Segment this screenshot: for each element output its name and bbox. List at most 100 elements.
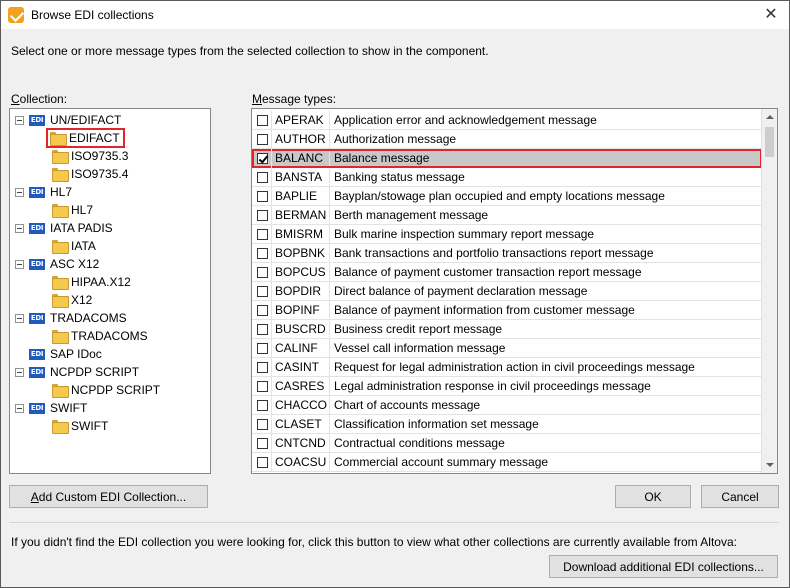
message-row[interactable]: COACSU Commercial account summary message xyxy=(252,452,762,472)
message-description: Bank transactions and portfolio transact… xyxy=(334,245,654,260)
message-row[interactable]: CHACCO Chart of accounts message xyxy=(252,395,762,415)
tree-folder-node[interactable]: HIPAA.X12 xyxy=(52,273,131,291)
message-row[interactable]: CNTCND Contractual conditions message xyxy=(252,433,762,453)
message-checkbox[interactable] xyxy=(257,266,268,278)
message-code: BALANC xyxy=(272,148,330,168)
tree-folder-node[interactable]: NCPDP SCRIPT xyxy=(52,381,160,399)
message-description: Balance of payment information from cust… xyxy=(334,302,635,317)
tree-collection-node[interactable]: EDI HL7 xyxy=(15,183,72,201)
message-row[interactable]: BMISRM Bulk marine inspection summary rep… xyxy=(252,224,762,244)
message-checkbox[interactable] xyxy=(257,323,268,335)
tree-node-label: NCPDP SCRIPT xyxy=(71,383,161,397)
collapse-icon[interactable] xyxy=(15,259,24,269)
tree-collection-node[interactable]: EDI SAP IDoc xyxy=(15,345,102,363)
message-checkbox[interactable] xyxy=(257,418,268,430)
download-collections-button[interactable]: Download additional EDI collections... xyxy=(549,555,778,578)
message-checkbox[interactable] xyxy=(257,114,268,126)
collection-tree[interactable]: EDI UN/EDIFACT EDIFACT ISO9735.3 ISO9735.4 ED… xyxy=(9,108,211,474)
tree-folder-node[interactable]: X12 xyxy=(52,291,92,309)
message-checkbox[interactable] xyxy=(257,399,268,411)
tree-collection-node[interactable]: EDI SWIFT xyxy=(15,399,87,417)
message-code: BANSTA xyxy=(272,167,330,187)
tree-folder-node[interactable]: ISO9735.4 xyxy=(52,165,128,183)
tree-node-label: UN/EDIFACT xyxy=(50,113,122,127)
folder-icon xyxy=(52,150,69,164)
checkbox-cell xyxy=(252,319,272,339)
tree-folder-node[interactable]: ISO9735.3 xyxy=(52,147,128,165)
tree-collection-node[interactable]: EDI NCPDP SCRIPT xyxy=(15,363,139,381)
tree-folder-node[interactable]: TRADACOMS xyxy=(52,327,148,345)
tree-node-label: ISO9735.3 xyxy=(71,149,129,163)
message-row[interactable]: BANSTA Banking status message xyxy=(252,167,762,187)
message-row[interactable]: BOPDIR Direct balance of payment declarat… xyxy=(252,281,762,301)
tree-folder-node[interactable]: HL7 xyxy=(52,201,93,219)
message-row[interactable]: BUSCRD Business credit report message xyxy=(252,319,762,339)
scroll-down-icon[interactable] xyxy=(762,457,777,473)
message-checkbox[interactable] xyxy=(257,437,268,449)
message-code: BERMAN xyxy=(272,205,330,225)
message-checkbox[interactable] xyxy=(257,342,268,354)
message-checkbox[interactable] xyxy=(257,380,268,392)
message-row[interactable]: CLASET Classification information set mes… xyxy=(252,414,762,434)
tree-node-label: ASC X12 xyxy=(50,257,100,271)
collapse-icon[interactable] xyxy=(15,187,24,197)
message-code: CLASET xyxy=(272,414,330,434)
message-row[interactable]: BERMAN Berth management message xyxy=(252,205,762,225)
message-checkbox[interactable] xyxy=(257,247,268,259)
window-title: Browse EDI collections xyxy=(31,8,154,22)
vertical-scrollbar[interactable] xyxy=(761,109,777,473)
message-row[interactable]: CALINF Vessel call information message xyxy=(252,338,762,358)
message-row[interactable]: BOPINF Balance of payment information fro… xyxy=(252,300,762,320)
message-row[interactable]: CASINT Request for legal administration a… xyxy=(252,357,762,377)
message-checkbox[interactable] xyxy=(257,133,268,145)
tree-folder-node[interactable]: SWIFT xyxy=(52,417,108,435)
tree-folder-node[interactable]: EDIFACT xyxy=(46,128,125,148)
collapse-icon[interactable] xyxy=(15,115,24,125)
message-checkbox[interactable] xyxy=(257,152,268,164)
message-code: CALINF xyxy=(272,338,330,358)
collapse-icon[interactable] xyxy=(15,223,24,233)
message-checkbox[interactable] xyxy=(257,190,268,202)
message-row[interactable]: CASRES Legal administration response in c… xyxy=(252,376,762,396)
message-row[interactable]: APERAK Application error and acknowledgem… xyxy=(252,110,762,130)
tree-node-label: IATA PADIS xyxy=(50,221,113,235)
tree-folder-node[interactable]: IATA xyxy=(52,237,96,255)
message-row[interactable]: BOPCUS Balance of payment customer transa… xyxy=(252,262,762,282)
scroll-up-icon[interactable] xyxy=(762,109,777,125)
checkbox-cell xyxy=(252,395,272,415)
folder-icon xyxy=(52,168,69,182)
message-row[interactable]: BOPBNK Bank transactions and portfolio tr… xyxy=(252,243,762,263)
tree-collection-node[interactable]: EDI TRADACOMS xyxy=(15,309,127,327)
collapse-icon[interactable] xyxy=(15,313,24,323)
message-checkbox[interactable] xyxy=(257,456,268,468)
message-checkbox[interactable] xyxy=(257,304,268,316)
tree-node-label: ISO9735.4 xyxy=(71,167,129,181)
tree-node-label: IATA xyxy=(71,239,96,253)
message-checkbox[interactable] xyxy=(257,171,268,183)
checkbox-cell xyxy=(252,433,272,453)
tree-collection-node[interactable]: EDI UN/EDIFACT xyxy=(15,111,121,129)
scroll-thumb[interactable] xyxy=(765,127,774,157)
message-row[interactable]: AUTHOR Authorization message xyxy=(252,129,762,149)
folder-icon xyxy=(52,384,69,398)
tree-collection-node[interactable]: EDI IATA PADIS xyxy=(15,219,113,237)
ok-button[interactable]: OK xyxy=(615,485,691,508)
message-checkbox[interactable] xyxy=(257,361,268,373)
close-icon[interactable]: ✕ xyxy=(761,5,781,25)
message-row[interactable]: BAPLIE Bayplan/stowage plan occupied and … xyxy=(252,186,762,206)
message-description: Application error and acknowledgement me… xyxy=(334,112,597,127)
message-types-list[interactable]: APERAK Application error and acknowledgem… xyxy=(251,108,778,474)
tree-collection-node[interactable]: EDI ASC X12 xyxy=(15,255,99,273)
message-row[interactable]: BALANC Balance message xyxy=(252,148,762,168)
add-custom-collection-button[interactable]: Add Custom EDI Collection... xyxy=(9,485,208,508)
cancel-button[interactable]: Cancel xyxy=(701,485,779,508)
message-code: BAPLIE xyxy=(272,186,330,206)
collapse-icon[interactable] xyxy=(15,403,24,413)
tree-node-label: TRADACOMS xyxy=(50,311,127,325)
message-checkbox[interactable] xyxy=(257,228,268,240)
message-code: BMISRM xyxy=(272,224,330,244)
checkbox-cell xyxy=(252,186,272,206)
message-checkbox[interactable] xyxy=(257,285,268,297)
collapse-icon[interactable] xyxy=(15,367,24,377)
message-checkbox[interactable] xyxy=(257,209,268,221)
